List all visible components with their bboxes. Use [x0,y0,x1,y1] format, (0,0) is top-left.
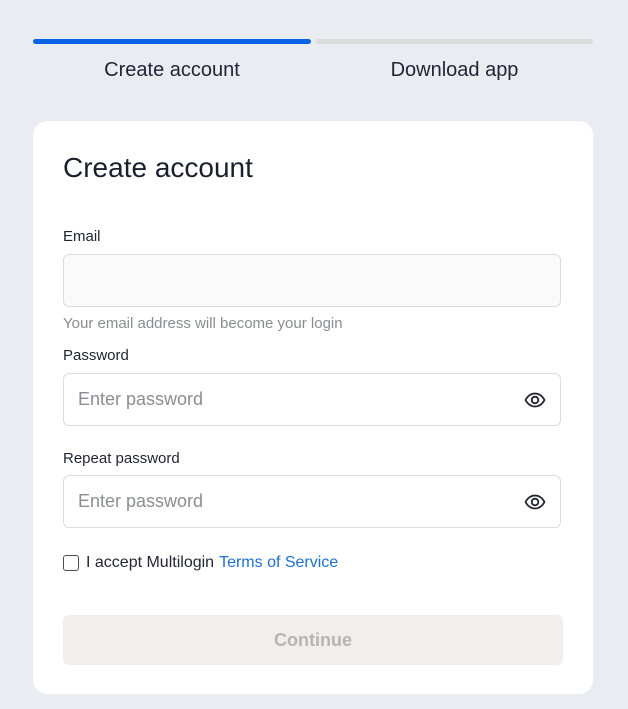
email-helper-text: Your email address will become your logi… [63,315,343,332]
password-field-container [63,373,561,426]
email-label: Email [63,228,101,245]
continue-button[interactable]: Continue [63,615,563,665]
step-progress-bar-inactive [316,39,593,44]
terms-of-service-link[interactable]: Terms of Service [219,553,338,573]
terms-checkbox[interactable] [63,555,79,571]
step-progress-bar-active [33,39,311,44]
password-field[interactable] [78,374,508,425]
repeat-password-field[interactable] [78,476,508,527]
page-title: Create account [63,152,253,183]
eye-icon[interactable] [523,388,547,412]
email-field-container [63,254,561,307]
progress-stepper: Create account Download app [33,39,593,83]
eye-icon[interactable] [523,490,547,514]
terms-label: I accept Multilogin [86,554,215,571]
repeat-password-field-container [63,475,561,528]
step-download-app: Download app [316,39,593,83]
step-label: Download app [390,59,519,81]
signup-card: Create account Email Your email address … [33,121,593,694]
repeat-password-label: Repeat password [63,450,180,467]
email-field[interactable] [78,255,508,306]
password-label: Password [63,347,129,364]
step-label: Create account [104,59,240,81]
terms-row: I accept Multilogin Terms of Service [63,553,338,573]
step-create-account: Create account [33,39,311,83]
